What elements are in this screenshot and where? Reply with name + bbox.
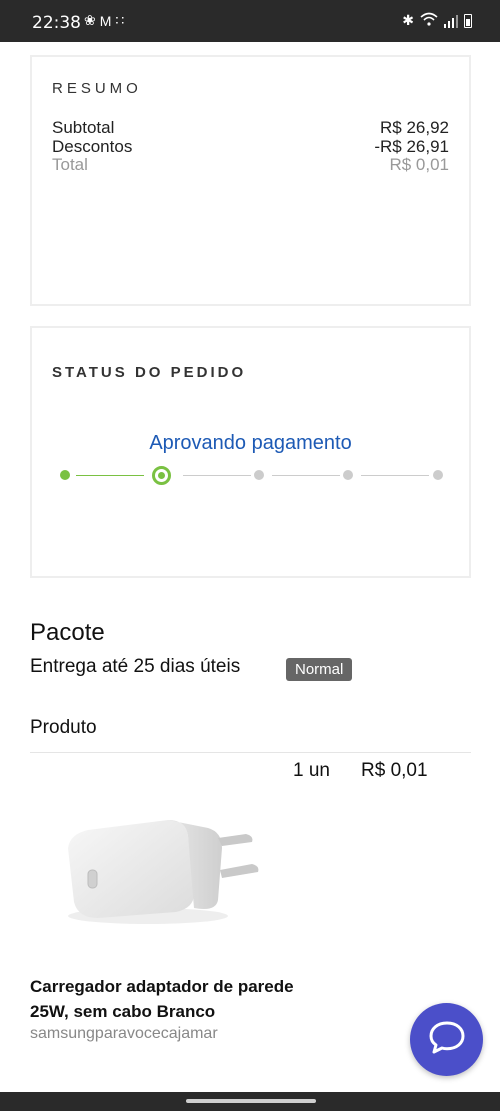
home-gesture-handle[interactable]: [186, 1099, 316, 1103]
order-status-card: STATUS DO PEDIDO Aprovando pagamento: [30, 326, 471, 578]
progress-segment: [76, 475, 144, 476]
product-divider: [30, 752, 471, 753]
status-bar: 22:38 ❀ M ∷ ✱: [0, 0, 500, 42]
signal-icon: [444, 14, 458, 28]
discounts-label: Descontos: [52, 137, 133, 156]
step-dot-pending: [433, 470, 443, 480]
discounts-value: -R$ 26,91: [374, 137, 449, 156]
product-name[interactable]: Carregador adaptador de parede 25W, sem …: [30, 974, 320, 1024]
system-navigation-bar: [0, 1092, 500, 1111]
product-section-title: Produto: [30, 717, 97, 738]
subtotal-value: R$ 26,92: [380, 118, 449, 137]
gmail-icon: M: [99, 12, 112, 29]
subtotal-row: Subtotal R$ 26,92: [52, 118, 449, 138]
summary-card: RESUMO Subtotal R$ 26,92 Descontos -R$ 2…: [30, 55, 471, 306]
bluetooth-icon: ✱: [402, 12, 414, 28]
product-quantity: 1 un: [293, 760, 330, 781]
chat-bubble-icon: [428, 1019, 466, 1060]
progress-segment: [183, 475, 251, 476]
notification-icons: ❀ M ∷: [84, 12, 124, 29]
notification-icon: ∷: [115, 12, 125, 28]
seller-name: samsungparavocecajamar: [30, 1025, 218, 1042]
step-dot-completed: [60, 470, 70, 480]
order-status-title: STATUS DO PEDIDO: [52, 364, 247, 381]
progress-segment: [361, 475, 429, 476]
status-time: 22:38: [32, 13, 81, 33]
current-step-label: Aprovando pagamento: [149, 432, 352, 454]
wifi-icon: [420, 12, 438, 29]
step-dot-pending: [254, 470, 264, 480]
battery-icon: [464, 13, 472, 28]
progress-segment: [272, 475, 340, 476]
facebook-messenger-icon: ❀: [84, 12, 96, 28]
total-value: R$ 0,01: [389, 155, 449, 174]
product-price: R$ 0,01: [361, 760, 428, 781]
step-dot-pending: [343, 470, 353, 480]
package-title: Pacote: [30, 619, 105, 646]
shipping-type-badge: Normal: [286, 658, 353, 681]
subtotal-label: Subtotal: [52, 118, 115, 137]
chat-button[interactable]: [410, 1003, 483, 1076]
total-label: Total: [52, 155, 88, 174]
product-image[interactable]: [58, 808, 268, 928]
delivery-estimate: Entrega até 25 dias úteis: [30, 656, 241, 677]
system-icons: ✱: [402, 12, 472, 29]
discounts-row: Descontos -R$ 26,91: [52, 137, 449, 157]
total-row: Total R$ 0,01: [52, 155, 449, 175]
summary-title: RESUMO: [52, 80, 142, 97]
step-dot-current: [152, 466, 171, 485]
